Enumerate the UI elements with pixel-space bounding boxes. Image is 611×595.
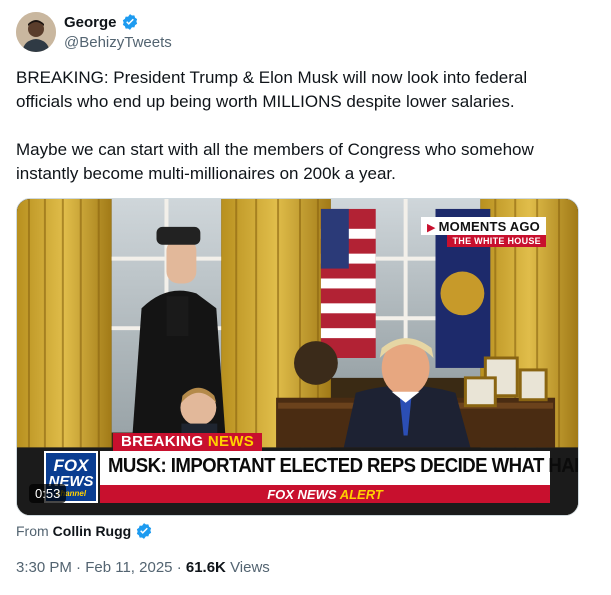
alert-brand: FOX NEWS	[267, 487, 337, 502]
chyron-headline: MUSK: IMPORTANT ELECTED REPS DECIDE WHAT…	[108, 455, 578, 477]
verified-badge-icon	[135, 522, 153, 540]
video-duration: 0:53	[29, 484, 67, 503]
fox-news-alert-bar: FOX NEWS ALERT	[100, 487, 550, 503]
verified-badge-icon	[121, 13, 139, 31]
breaking-word: BREAKING	[121, 433, 204, 450]
tweet-time[interactable]: 3:30 PM	[16, 559, 72, 576]
tweet-paragraph: BREAKING: President Trump & Elon Musk wi…	[16, 68, 528, 111]
user-handle[interactable]: @BehizyTweets	[64, 34, 172, 51]
views-label: Views	[230, 559, 270, 576]
play-triangle-icon: ▶	[426, 222, 436, 234]
tweet-paragraph: Maybe we can start with all the members …	[16, 140, 534, 183]
avatar[interactable]	[16, 12, 56, 52]
alert-word: ALERT	[339, 487, 383, 502]
news-word: NEWS	[207, 433, 255, 450]
moments-ago-text: MOMENTS AGO	[438, 219, 540, 234]
source-name[interactable]: Collin Rugg	[53, 523, 132, 539]
tweet-header: George @BehizyTweets	[16, 12, 596, 56]
moments-ago-badge: ▶ MOMENTS AGO	[420, 217, 546, 235]
logo-line: FOX	[53, 456, 89, 475]
meta-separator: ·	[76, 559, 82, 576]
source-attribution: From Collin Rugg	[16, 522, 153, 540]
display-name[interactable]: George	[64, 14, 117, 31]
tweet-body: BREAKING: President Trump & Elon Musk wi…	[16, 66, 576, 186]
tweet-meta: 3:30 PM · Feb 11, 2025 · 61.6K Views	[16, 559, 270, 576]
meta-separator: ·	[176, 559, 182, 576]
views-count: 61.6K	[185, 559, 226, 576]
video-player[interactable]: ▶ MOMENTS AGO THE WHITE HOUSE BREAKING NE…	[16, 198, 579, 516]
source-prefix: From	[16, 523, 49, 539]
tweet-date[interactable]: Feb 11, 2025	[85, 559, 172, 576]
chyron-headline-bar: MUSK: IMPORTANT ELECTED REPS DECIDE WHAT…	[100, 451, 578, 487]
breaking-news-label: BREAKING NEWS	[113, 433, 263, 451]
location-badge: THE WHITE HOUSE	[447, 235, 546, 247]
